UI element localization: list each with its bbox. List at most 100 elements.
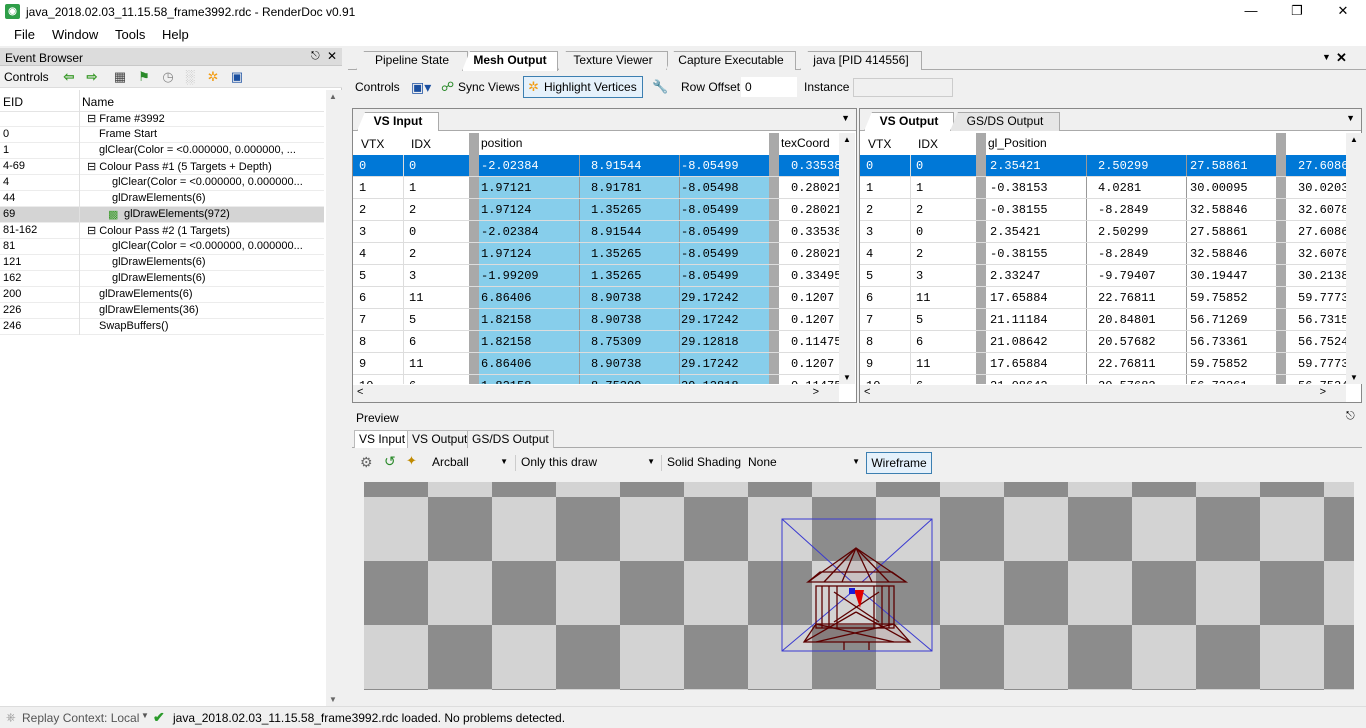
tab-java-pid[interactable]: java [PID 414556] xyxy=(800,51,922,70)
preview-tab-vs-input[interactable]: VS Input xyxy=(354,430,411,448)
replay-context[interactable]: Replay Context: Local xyxy=(22,711,139,725)
tab-gs-ds-output[interactable]: GS/DS Output xyxy=(950,112,1060,131)
tab-vs-input[interactable]: VS Input xyxy=(357,112,439,131)
event-row[interactable]: 4 glClear(Color = <0.000000, 0.000000... xyxy=(0,175,324,191)
pin-icon[interactable]: ⎋ xyxy=(311,50,320,63)
preview-tab-gs-ds-output[interactable]: GS/DS Output xyxy=(467,430,554,448)
table-row[interactable]: 2 2 1.97124 1.35265 -8.05499 0.28021 xyxy=(353,199,839,221)
back-arrow-icon[interactable]: ⇦ xyxy=(61,69,77,85)
find-icon[interactable]: ▦ xyxy=(112,69,128,85)
table-row[interactable]: 0 0 -2.02384 8.91544 -8.05499 0.33538 xyxy=(353,155,839,177)
draw-range-dropdown[interactable]: Only this draw ▼ xyxy=(517,453,659,473)
table-row[interactable]: 6 11 6.86406 8.90738 29.17242 0.1207 xyxy=(353,287,839,309)
table-row[interactable]: 2 2 -0.38155 -8.2849 32.58846 32.6078 xyxy=(860,199,1346,221)
bookmark-flag-icon[interactable]: ⚑ xyxy=(136,69,152,85)
event-row[interactable]: 246 SwapBuffers() xyxy=(0,319,324,335)
event-row[interactable]: 162 glDrawElements(6) xyxy=(0,271,324,287)
table-row[interactable]: 7 5 21.11184 20.84801 56.71269 56.7315 xyxy=(860,309,1346,331)
sync-views-button[interactable]: Sync Views xyxy=(458,80,520,94)
save-icon[interactable]: ▣ xyxy=(229,69,245,85)
col-name[interactable]: Name xyxy=(82,95,114,109)
instance-input[interactable] xyxy=(853,78,953,97)
menu-help[interactable]: Help xyxy=(162,27,189,42)
col-vtx[interactable]: VTX xyxy=(361,137,384,151)
event-row[interactable]: 121 glDrawElements(6) xyxy=(0,255,324,271)
close-tab-icon[interactable]: ✕ xyxy=(1336,50,1347,66)
table-row[interactable]: 7 5 1.82158 8.90738 29.17242 0.1207 xyxy=(353,309,839,331)
camera-mode-dropdown[interactable]: Arcball ▼ xyxy=(428,453,512,473)
vs-input-hscroll[interactable]: < > xyxy=(353,385,839,402)
menu-tools[interactable]: Tools xyxy=(115,27,145,42)
table-cell: 8.91544 xyxy=(591,225,642,239)
table-row[interactable]: 9 11 6.86406 8.90738 29.17242 0.1207 xyxy=(353,353,839,375)
event-row[interactable]: 81 glClear(Color = <0.000000, 0.000000... xyxy=(0,239,324,255)
timer-icon[interactable]: ◷ xyxy=(160,69,176,85)
vs-output-hscroll[interactable]: < > xyxy=(860,385,1346,402)
col-idx[interactable]: IDX xyxy=(411,137,431,151)
event-row[interactable]: 4-69 ⊟ Colour Pass #1 (5 Targets + Depth) xyxy=(0,159,324,175)
vs-input-vscroll[interactable]: ▲ ▼ xyxy=(839,133,855,384)
restore-icon[interactable]: ❐ xyxy=(1274,0,1320,24)
event-row[interactable]: 69 ▩ glDrawElements(972) xyxy=(0,207,324,223)
magic-wand-icon[interactable]: ✦ xyxy=(406,453,417,469)
tab-list-dropdown-icon[interactable]: ▼ xyxy=(1322,52,1331,62)
tab-vs-output[interactable]: VS Output xyxy=(864,112,954,131)
mesh-preview-viewport[interactable] xyxy=(364,482,1354,690)
wrench-icon[interactable]: 🔧 xyxy=(652,79,668,95)
table-row[interactable]: 10 6 1.82158 8.75309 29.12818 0.11475 xyxy=(353,375,839,384)
menu-window[interactable]: Window xyxy=(52,27,98,42)
table-row[interactable]: 10 6 21.08642 20.57682 56.73361 56.7524 xyxy=(860,375,1346,384)
menu-file[interactable]: File xyxy=(14,27,35,42)
preview-pin-icon[interactable]: ⎋ xyxy=(1346,410,1355,423)
close-panel-icon[interactable]: ✕ xyxy=(327,49,337,63)
table-row[interactable]: 1 1 1.97121 8.91781 -8.05498 0.28021 xyxy=(353,177,839,199)
table-row[interactable]: 4 2 -0.38155 -8.2849 32.58846 32.6078 xyxy=(860,243,1346,265)
event-row[interactable]: ⊟ Frame #3992 xyxy=(0,111,324,127)
table-row[interactable]: 1 1 -0.38153 4.0281 30.00095 30.0203 xyxy=(860,177,1346,199)
table-row[interactable]: 4 2 1.97124 1.35265 -8.05499 0.28021 xyxy=(353,243,839,265)
table-row[interactable]: 5 3 2.33247 -9.79407 30.19447 30.2138 xyxy=(860,265,1346,287)
table-row[interactable]: 8 6 21.08642 20.57682 56.73361 56.7524 xyxy=(860,331,1346,353)
row-offset-input[interactable]: 0 xyxy=(741,77,797,97)
event-row[interactable]: 226 glDrawElements(36) xyxy=(0,303,324,319)
tab-pipeline-state[interactable]: Pipeline State xyxy=(356,51,468,70)
tab-mesh-output[interactable]: Mesh Output xyxy=(462,51,558,71)
col-gl-position[interactable]: gl_Position xyxy=(988,136,1047,150)
minimize-icon[interactable]: — xyxy=(1228,0,1274,24)
event-row[interactable]: 44 glDrawElements(6) xyxy=(0,191,324,207)
vs-input-menu-icon[interactable]: ▼ xyxy=(841,113,850,123)
col-idx[interactable]: IDX xyxy=(918,137,938,151)
event-row[interactable]: 0 Frame Start xyxy=(0,127,324,143)
event-row[interactable]: 81-162 ⊟ Colour Pass #2 (1 Targets) xyxy=(0,223,324,239)
export-save-icon[interactable]: ▣▾ xyxy=(411,79,431,96)
vs-output-menu-icon[interactable]: ▼ xyxy=(1346,113,1355,123)
event-row[interactable]: 1 glClear(Color = <0.000000, 0.000000, ..… xyxy=(0,143,324,159)
vs-output-vscroll[interactable]: ▲ ▼ xyxy=(1346,133,1362,384)
col-vtx[interactable]: VTX xyxy=(868,137,891,151)
col-texcoord[interactable]: texCoord xyxy=(781,136,830,150)
table-row[interactable]: 8 6 1.82158 8.75309 29.12818 0.11475 xyxy=(353,331,839,353)
table-row[interactable]: 0 0 2.35421 2.50299 27.58861 27.6086 xyxy=(860,155,1346,177)
table-row[interactable]: 5 3 -1.99209 1.35265 -8.05499 0.33495 xyxy=(353,265,839,287)
highlight-vertices-button[interactable]: ✲ Highlight Vertices xyxy=(523,76,643,98)
event-scrollbar[interactable]: ▲ ▼ xyxy=(326,90,342,706)
table-row[interactable]: 9 11 17.65884 22.76811 59.75852 59.7773 xyxy=(860,353,1346,375)
tab-capture-executable[interactable]: Capture Executable xyxy=(666,51,796,70)
highlight-icon[interactable]: ✲ xyxy=(205,69,221,85)
col-eid[interactable]: EID xyxy=(3,95,23,109)
settings-gear-icon[interactable]: ⚙ xyxy=(360,454,373,471)
replay-context-dropdown-icon[interactable]: ▼ xyxy=(141,711,149,720)
wireframe-toggle[interactable]: Wireframe xyxy=(866,452,932,474)
close-icon[interactable]: ✕ xyxy=(1320,0,1366,24)
col-position[interactable]: position xyxy=(481,136,522,150)
preview-tab-vs-output[interactable]: VS Output xyxy=(407,430,473,448)
tab-texture-viewer[interactable]: Texture Viewer xyxy=(558,51,668,70)
table-row[interactable]: 3 0 -2.02384 8.91544 -8.05499 0.33538 xyxy=(353,221,839,243)
columns-icon[interactable]: ░ xyxy=(182,69,198,85)
solid-shading-dropdown[interactable]: None ▼ xyxy=(744,453,864,473)
event-row[interactable]: 200 glDrawElements(6) xyxy=(0,287,324,303)
forward-arrow-icon[interactable]: ⇨ xyxy=(84,69,100,85)
table-row[interactable]: 3 0 2.35421 2.50299 27.58861 27.6086 xyxy=(860,221,1346,243)
table-row[interactable]: 6 11 17.65884 22.76811 59.75852 59.7773 xyxy=(860,287,1346,309)
reset-camera-icon[interactable]: ↺ xyxy=(384,453,396,470)
